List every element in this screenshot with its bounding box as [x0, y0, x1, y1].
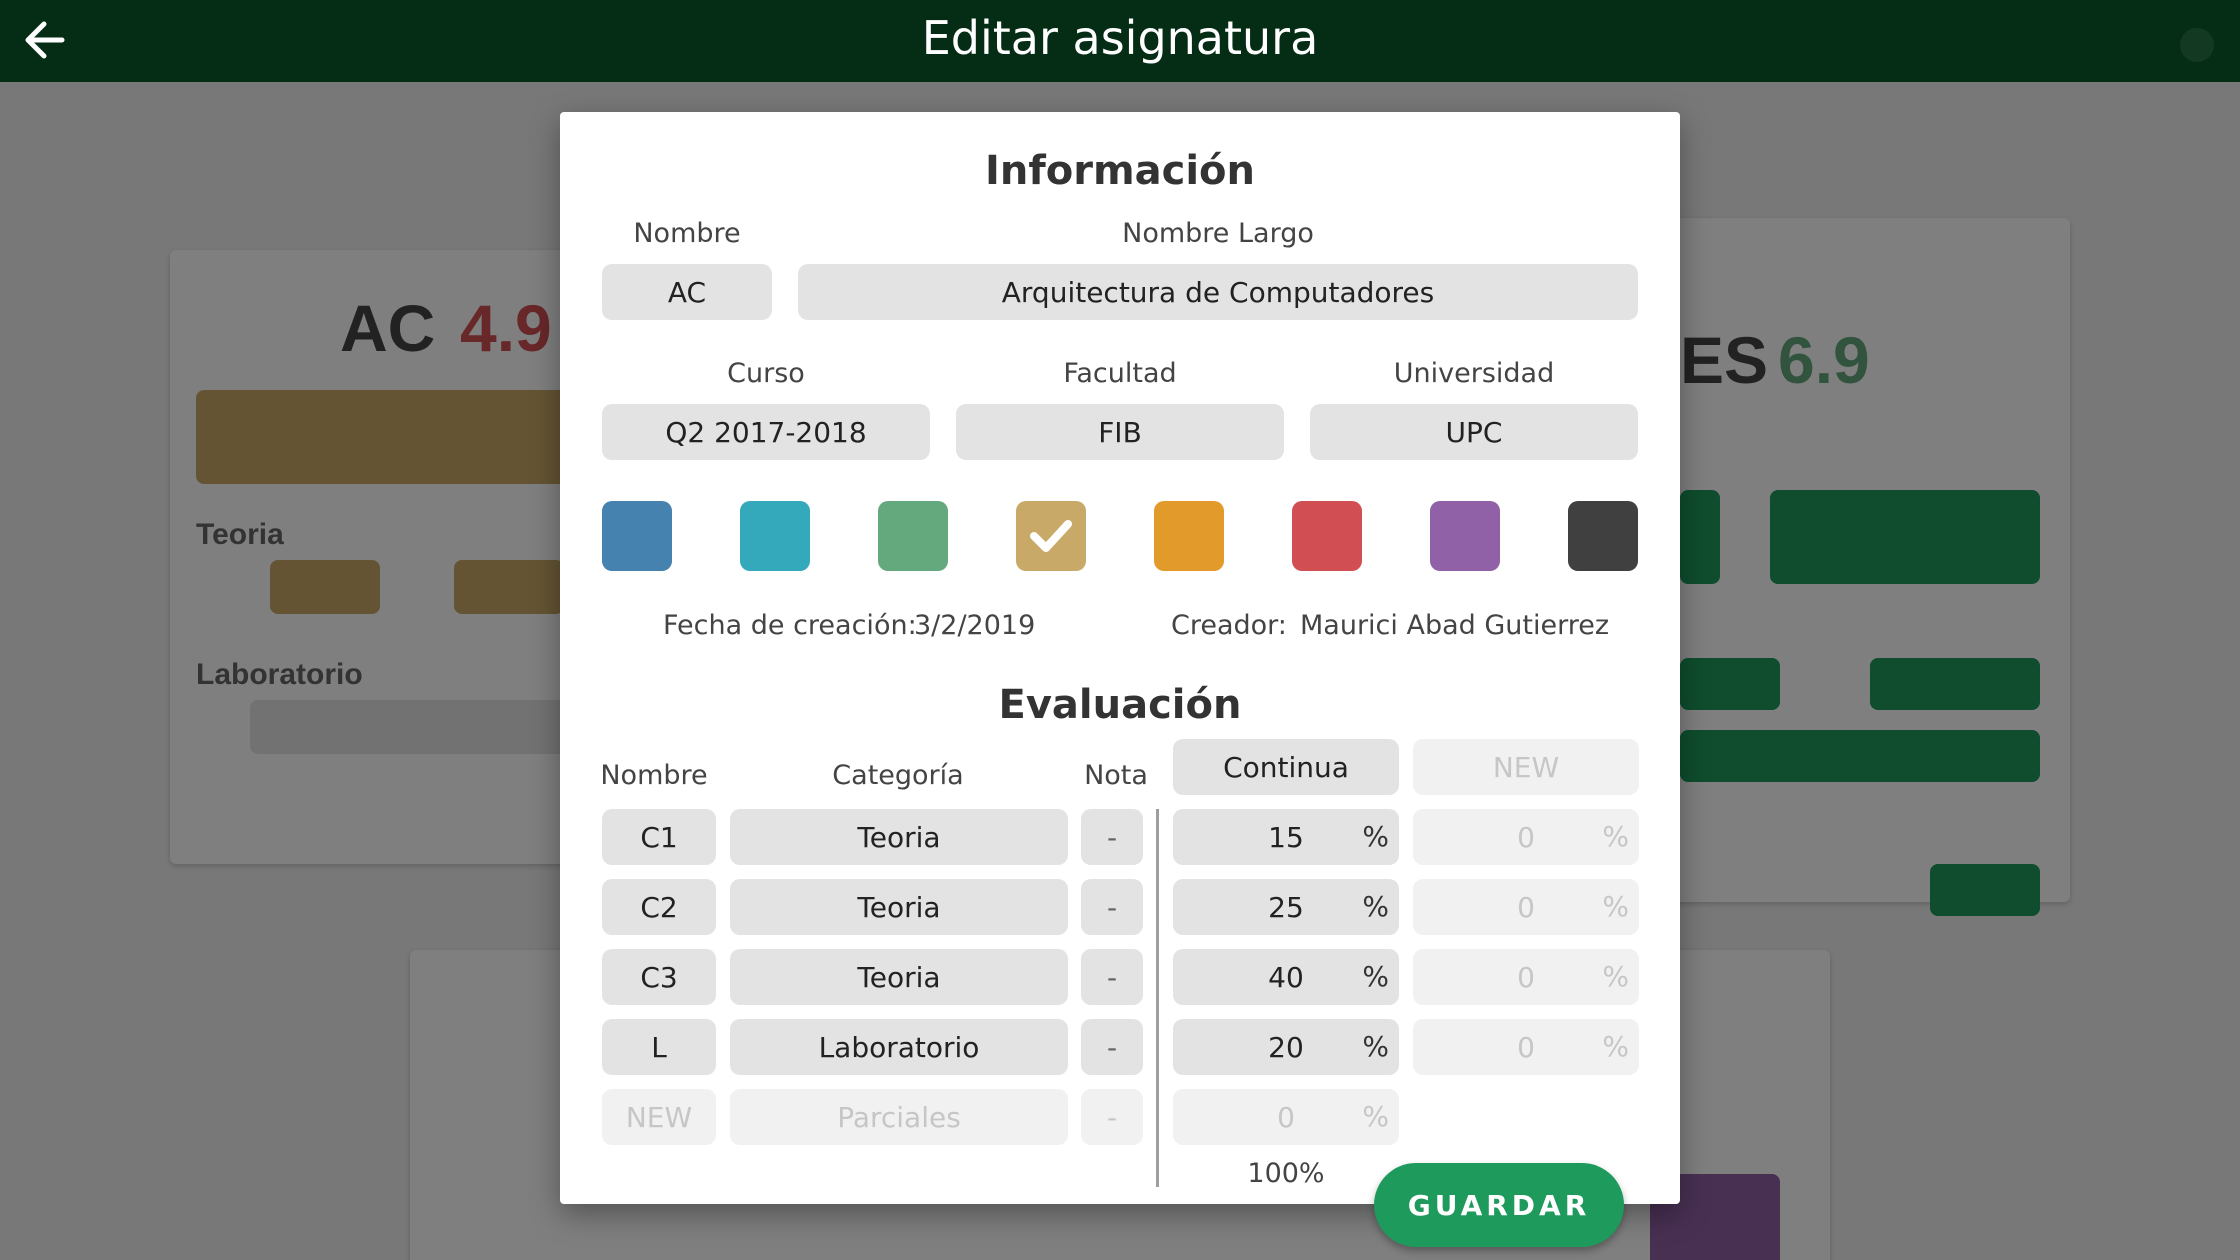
eval-categoria-value: Laboratorio	[818, 1030, 980, 1064]
eval-row-continua-pct[interactable]: 40%	[1173, 949, 1399, 1005]
eval-row-nota[interactable]: -	[1081, 809, 1143, 865]
color-swatch-orange[interactable]	[1154, 501, 1224, 571]
eval-nota-header: Nota	[1084, 760, 1148, 791]
mode-continua-label: Continua	[1223, 750, 1349, 784]
percent-sign: %	[1602, 960, 1629, 993]
creador-label: Creador:	[1171, 610, 1287, 641]
eval-row-nombre[interactable]: L	[602, 1019, 716, 1075]
new-row-categoria-input[interactable]: Parciales	[730, 1089, 1068, 1145]
new-row-nota-input[interactable]: -	[1081, 1089, 1143, 1145]
percent-sign: %	[1362, 1030, 1389, 1063]
eval-nombre-value: C3	[640, 960, 678, 994]
eval-row-continua-pct[interactable]: 15%	[1173, 809, 1399, 865]
check-icon	[1030, 520, 1072, 552]
universidad-label: Universidad	[1393, 358, 1555, 389]
continua-total: 100%	[1247, 1158, 1325, 1189]
color-swatch-black[interactable]	[1568, 501, 1638, 571]
column-divider	[1156, 809, 1159, 1187]
eval-row-continua-pct[interactable]: 25%	[1173, 879, 1399, 935]
facultad-label: Facultad	[1063, 358, 1177, 389]
new-row-categoria-placeholder: Parciales	[837, 1100, 961, 1134]
nombre-input[interactable]: AC	[602, 264, 772, 320]
eval-row-nota[interactable]: -	[1081, 949, 1143, 1005]
eval-row-continua-pct[interactable]: 20%	[1173, 1019, 1399, 1075]
mode-continua-button[interactable]: Continua	[1173, 739, 1399, 795]
creador-value: Maurici Abad Gutierrez	[1300, 610, 1610, 641]
universidad-value: UPC	[1445, 415, 1503, 449]
curso-value: Q2 2017-2018	[665, 415, 867, 449]
percent-sign: %	[1362, 820, 1389, 853]
edit-subject-dialog: Información Nombre Nombre Largo AC Arqui…	[560, 112, 1680, 1204]
curso-input[interactable]: Q2 2017-2018	[602, 404, 930, 460]
percent-sign: %	[1602, 890, 1629, 923]
percent-sign: %	[1602, 1030, 1629, 1063]
fecha-label: Fecha de creación:	[663, 610, 917, 641]
eval-categoria-value: Teoria	[857, 890, 941, 924]
eval-nombre-value: L	[651, 1030, 667, 1064]
fecha-value: 3/2/2019	[914, 610, 1036, 641]
facultad-input[interactable]: FIB	[956, 404, 1284, 460]
eval-categoria-header: Categoría	[832, 760, 964, 791]
eval-row-nombre[interactable]: C2	[602, 879, 716, 935]
percent-sign: %	[1362, 960, 1389, 993]
mode-new-label: NEW	[1492, 750, 1560, 784]
mode-new-button[interactable]: NEW	[1413, 739, 1639, 795]
universidad-input[interactable]: UPC	[1310, 404, 1638, 460]
eval-row-nota[interactable]: -	[1081, 879, 1143, 935]
percent-sign: %	[1362, 890, 1389, 923]
nombre-largo-value: Arquitectura de Computadores	[1001, 275, 1435, 309]
save-button[interactable]: GUARDAR	[1374, 1163, 1624, 1247]
eval-row-new-pct[interactable]: 0%	[1413, 809, 1639, 865]
eval-nombre-value: C2	[640, 890, 678, 924]
eval-nombre-header: Nombre	[600, 760, 708, 791]
curso-label: Curso	[727, 358, 805, 389]
eval-row-nota[interactable]: -	[1081, 1019, 1143, 1075]
percent-sign: %	[1602, 820, 1629, 853]
eval-nota-value: -	[1106, 960, 1118, 994]
eval-categoria-value: Teoria	[857, 960, 941, 994]
eval-row-new-pct[interactable]: 0%	[1413, 1019, 1639, 1075]
new-row-nombre-placeholder: NEW	[625, 1100, 693, 1134]
eval-row-categoria[interactable]: Teoria	[730, 879, 1068, 935]
color-swatch-purple[interactable]	[1430, 501, 1500, 571]
eval-nombre-value: C1	[640, 820, 678, 854]
eval-nota-value: -	[1106, 820, 1118, 854]
info-heading: Información	[984, 148, 1256, 194]
nombre-largo-input[interactable]: Arquitectura de Computadores	[798, 264, 1638, 320]
facultad-value: FIB	[1098, 415, 1142, 449]
color-swatch-blue[interactable]	[602, 501, 672, 571]
back-arrow-icon[interactable]	[14, 10, 74, 70]
color-swatch-green[interactable]	[878, 501, 948, 571]
color-swatch-tan[interactable]	[1016, 501, 1086, 571]
nombre-largo-label: Nombre Largo	[1122, 218, 1314, 249]
percent-sign: %	[1362, 1100, 1389, 1133]
eval-row-categoria[interactable]: Teoria	[730, 949, 1068, 1005]
eval-row-nombre[interactable]: C3	[602, 949, 716, 1005]
eval-row-categoria[interactable]: Laboratorio	[730, 1019, 1068, 1075]
eval-row-nombre[interactable]: C1	[602, 809, 716, 865]
menu-icon[interactable]	[2180, 28, 2214, 62]
eval-row-new-pct[interactable]: 0%	[1413, 879, 1639, 935]
nombre-label: Nombre	[633, 218, 741, 249]
eval-nota-value: -	[1106, 1030, 1118, 1064]
nombre-value: AC	[667, 275, 707, 309]
eval-heading: Evaluación	[998, 682, 1242, 728]
eval-row-categoria[interactable]: Teoria	[730, 809, 1068, 865]
color-swatch-cyan[interactable]	[740, 501, 810, 571]
new-row-nombre-input[interactable]: NEW	[602, 1089, 716, 1145]
eval-nota-value: -	[1106, 890, 1118, 924]
color-swatch-red[interactable]	[1292, 501, 1362, 571]
eval-row-new-pct[interactable]: 0%	[1413, 949, 1639, 1005]
new-row-nota-placeholder: -	[1106, 1100, 1118, 1134]
eval-categoria-value: Teoria	[857, 820, 941, 854]
new-row-continua-input[interactable]: 0%	[1173, 1089, 1399, 1145]
